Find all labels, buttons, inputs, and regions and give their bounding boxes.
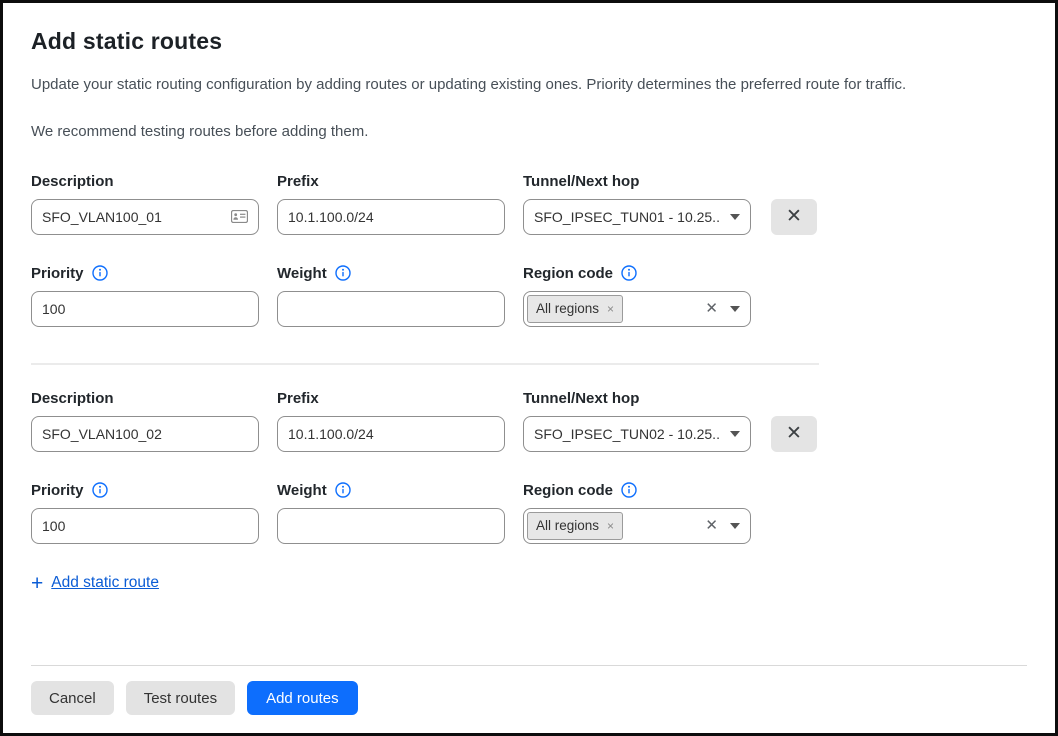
tunnel-selected-value: SFO_IPSEC_TUN01 - 10.25... bbox=[534, 209, 720, 225]
weight-field-group: Weight bbox=[277, 482, 505, 544]
prefix-input-wrap bbox=[277, 199, 505, 235]
info-icon[interactable] bbox=[335, 265, 351, 281]
weight-input[interactable] bbox=[288, 518, 494, 534]
region-chip-label: All regions bbox=[536, 518, 599, 533]
chevron-down-icon[interactable] bbox=[730, 214, 740, 220]
test-routes-button[interactable]: Test routes bbox=[126, 681, 235, 715]
chevron-down-icon[interactable] bbox=[730, 431, 740, 437]
tunnel-select[interactable]: SFO_IPSEC_TUN01 - 10.25... bbox=[523, 199, 751, 235]
region-field-group: Region code All regions × bbox=[523, 482, 751, 544]
tunnel-label: Tunnel/Next hop bbox=[523, 390, 751, 407]
description-input-wrap bbox=[31, 416, 259, 452]
info-icon[interactable] bbox=[621, 265, 637, 281]
region-chip: All regions × bbox=[527, 512, 623, 540]
dialog-note: We recommend testing routes before addin… bbox=[31, 122, 1027, 142]
tunnel-field-group: Tunnel/Next hop SFO_IPSEC_TUN02 - 10.25.… bbox=[523, 390, 751, 452]
remove-route-button[interactable]: ✕ bbox=[771, 199, 817, 235]
route-group-2: Description Prefix Tunnel/ bbox=[31, 390, 1027, 544]
region-chip: All regions × bbox=[527, 295, 623, 323]
chevron-down-icon[interactable] bbox=[730, 523, 740, 529]
prefix-field-group: Prefix bbox=[277, 173, 505, 235]
dialog-footer: Cancel Test routes Add routes bbox=[3, 665, 1055, 733]
priority-field-group: Priority bbox=[31, 482, 259, 544]
priority-field-group: Priority bbox=[31, 265, 259, 327]
priority-label: Priority bbox=[31, 482, 259, 499]
region-code-label: Region code bbox=[523, 265, 751, 282]
prefix-label: Prefix bbox=[277, 173, 505, 190]
description-field-group: Description bbox=[31, 390, 259, 452]
prefix-input[interactable] bbox=[288, 209, 494, 225]
priority-input-wrap bbox=[31, 291, 259, 327]
chip-close-icon[interactable]: × bbox=[607, 520, 614, 532]
cancel-button[interactable]: Cancel bbox=[31, 681, 114, 715]
prefix-label: Prefix bbox=[277, 390, 505, 407]
priority-input[interactable] bbox=[42, 301, 248, 317]
tunnel-label: Tunnel/Next hop bbox=[523, 173, 751, 190]
description-label: Description bbox=[31, 390, 259, 407]
prefix-input-wrap bbox=[277, 416, 505, 452]
description-field-group: Description bbox=[31, 173, 259, 235]
close-icon: ✕ bbox=[786, 422, 802, 445]
page-title: Add static routes bbox=[31, 28, 1027, 55]
add-static-route-link[interactable]: Add static route bbox=[51, 574, 159, 592]
tunnel-field-group: Tunnel/Next hop SFO_IPSEC_TUN01 - 10.25.… bbox=[523, 173, 751, 235]
add-static-routes-dialog: Add static routes Update your static rou… bbox=[0, 0, 1058, 736]
description-label: Description bbox=[31, 173, 259, 190]
info-icon[interactable] bbox=[335, 482, 351, 498]
footer-buttons: Cancel Test routes Add routes bbox=[3, 666, 1055, 733]
route-group-1: Description bbox=[31, 173, 1027, 327]
tunnel-select[interactable]: SFO_IPSEC_TUN02 - 10.25... bbox=[523, 416, 751, 452]
priority-label: Priority bbox=[31, 265, 259, 282]
region-chip-label: All regions bbox=[536, 301, 599, 316]
prefix-input[interactable] bbox=[288, 426, 494, 442]
weight-input-wrap bbox=[277, 508, 505, 544]
description-input[interactable] bbox=[42, 209, 225, 225]
chevron-down-icon[interactable] bbox=[730, 306, 740, 312]
weight-input-wrap bbox=[277, 291, 505, 327]
weight-label: Weight bbox=[277, 482, 505, 499]
close-icon: ✕ bbox=[786, 205, 802, 228]
info-icon[interactable] bbox=[92, 482, 108, 498]
plus-icon: + bbox=[31, 573, 43, 594]
clear-selection-icon[interactable]: ✕ bbox=[703, 518, 720, 533]
region-code-label: Region code bbox=[523, 482, 751, 499]
contact-card-icon[interactable] bbox=[231, 210, 248, 223]
remove-route-button[interactable]: ✕ bbox=[771, 416, 817, 452]
dialog-description: Update your static routing configuration… bbox=[31, 75, 1027, 95]
add-routes-button[interactable]: Add routes bbox=[247, 681, 358, 715]
region-code-select[interactable]: All regions × ✕ bbox=[523, 508, 751, 544]
dialog-content: Add static routes Update your static rou… bbox=[3, 3, 1055, 665]
region-field-group: Region code All regions × bbox=[523, 265, 751, 327]
region-code-select[interactable]: All regions × ✕ bbox=[523, 291, 751, 327]
tunnel-selected-value: SFO_IPSEC_TUN02 - 10.25... bbox=[534, 426, 720, 442]
description-input[interactable] bbox=[42, 426, 248, 442]
priority-input[interactable] bbox=[42, 518, 248, 534]
group-divider bbox=[31, 363, 819, 365]
weight-input[interactable] bbox=[288, 301, 494, 317]
prefix-field-group: Prefix bbox=[277, 390, 505, 452]
clear-selection-icon[interactable]: ✕ bbox=[703, 301, 720, 316]
chip-close-icon[interactable]: × bbox=[607, 303, 614, 315]
add-static-route-row: + Add static route bbox=[31, 573, 1027, 594]
description-input-wrap bbox=[31, 199, 259, 235]
info-icon[interactable] bbox=[621, 482, 637, 498]
info-icon[interactable] bbox=[92, 265, 108, 281]
weight-label: Weight bbox=[277, 265, 505, 282]
priority-input-wrap bbox=[31, 508, 259, 544]
weight-field-group: Weight bbox=[277, 265, 505, 327]
